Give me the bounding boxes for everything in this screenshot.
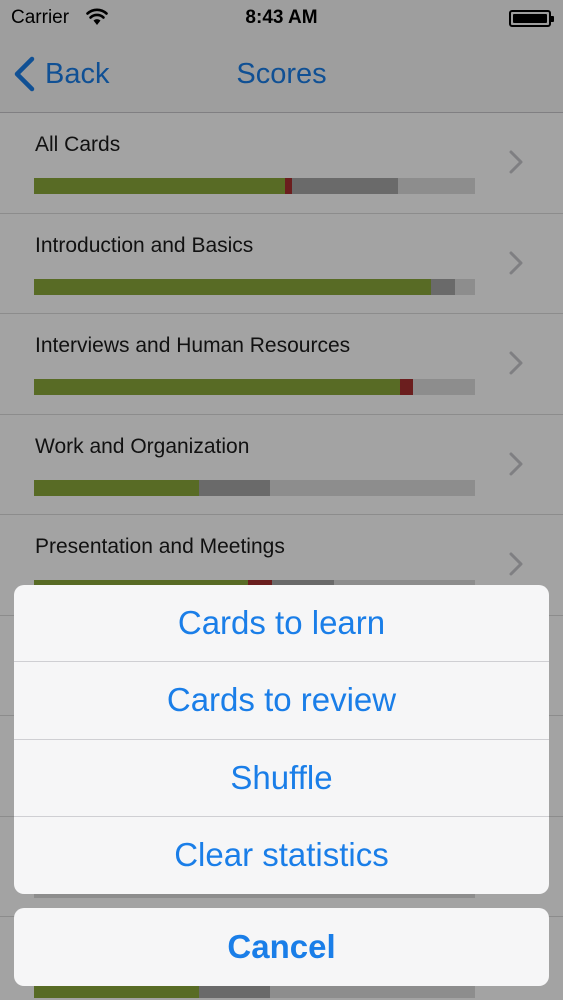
shuffle-button[interactable]: Shuffle xyxy=(14,740,549,817)
cancel-button[interactable]: Cancel xyxy=(14,908,549,986)
clear-statistics-button[interactable]: Clear statistics xyxy=(14,817,549,894)
action-sheet: Cards to learn Cards to review Shuffle C… xyxy=(14,585,549,894)
cards-to-learn-button[interactable]: Cards to learn xyxy=(14,585,549,663)
cards-to-review-button[interactable]: Cards to review xyxy=(14,662,549,740)
